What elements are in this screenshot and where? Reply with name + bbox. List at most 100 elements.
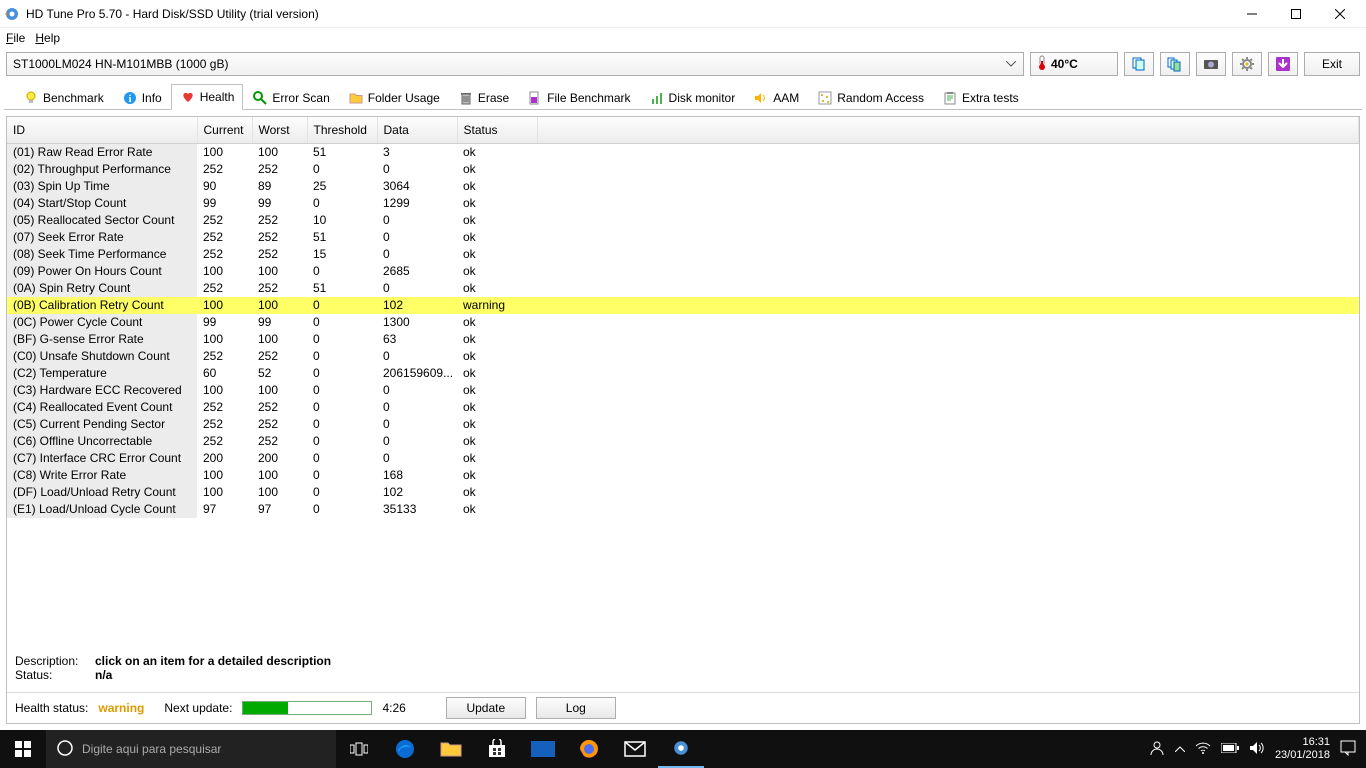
log-button[interactable]: Log bbox=[536, 697, 616, 719]
cell-id: (C2) Temperature bbox=[7, 365, 197, 382]
copy-all-button[interactable] bbox=[1160, 52, 1190, 76]
status-label: Status: bbox=[15, 668, 85, 682]
edge-icon[interactable] bbox=[382, 730, 428, 768]
battery-icon[interactable] bbox=[1221, 743, 1239, 756]
cell-dat: 0 bbox=[377, 348, 457, 365]
volume-icon[interactable] bbox=[1249, 741, 1265, 758]
tab-random-access[interactable]: Random Access bbox=[808, 85, 933, 110]
hdtune-taskbar-icon[interactable] bbox=[658, 730, 704, 768]
taskbar-search[interactable]: Digite aqui para pesquisar bbox=[46, 730, 336, 768]
notifications-icon[interactable] bbox=[1340, 740, 1356, 759]
close-button[interactable] bbox=[1318, 0, 1362, 28]
smart-row[interactable]: (0A) Spin Retry Count252252510ok bbox=[7, 280, 1359, 297]
smart-row[interactable]: (E1) Load/Unload Cycle Count9797035133ok bbox=[7, 501, 1359, 518]
col-worst[interactable]: Worst bbox=[252, 117, 307, 144]
smart-row[interactable]: (03) Spin Up Time9089253064ok bbox=[7, 178, 1359, 195]
tab-erase[interactable]: Erase bbox=[449, 85, 518, 110]
smart-row[interactable]: (C7) Interface CRC Error Count20020000ok bbox=[7, 450, 1359, 467]
smart-row[interactable]: (DF) Load/Unload Retry Count1001000102ok bbox=[7, 484, 1359, 501]
cell-sta: ok bbox=[457, 467, 537, 484]
store-icon[interactable] bbox=[474, 730, 520, 768]
device-dropdown[interactable]: ST1000LM024 HN-M101MBB (1000 gB) bbox=[6, 52, 1024, 76]
cell-cur: 100 bbox=[197, 382, 252, 399]
temperature-value: 40°C bbox=[1051, 57, 1078, 71]
cell-sta: ok bbox=[457, 178, 537, 195]
cell-thr: 0 bbox=[307, 297, 377, 314]
smart-row[interactable]: (C6) Offline Uncorrectable25225200ok bbox=[7, 433, 1359, 450]
smart-row[interactable]: (0C) Power Cycle Count999901300ok bbox=[7, 314, 1359, 331]
cell-thr: 51 bbox=[307, 229, 377, 246]
smart-row[interactable]: (C2) Temperature60520206159609...ok bbox=[7, 365, 1359, 382]
firefox-icon[interactable] bbox=[566, 730, 612, 768]
lenovo-icon[interactable] bbox=[520, 730, 566, 768]
trash-icon bbox=[458, 90, 474, 106]
mail-icon[interactable] bbox=[612, 730, 658, 768]
tab-disk-monitor[interactable]: Disk monitor bbox=[640, 85, 745, 110]
smart-row[interactable]: (C0) Unsafe Shutdown Count25225200ok bbox=[7, 348, 1359, 365]
cell-wor: 252 bbox=[252, 212, 307, 229]
tab-file-benchmark[interactable]: File Benchmark bbox=[518, 85, 639, 110]
cell-thr: 51 bbox=[307, 280, 377, 297]
cell-dat: 3 bbox=[377, 144, 457, 162]
smart-row[interactable]: (01) Raw Read Error Rate100100513ok bbox=[7, 144, 1359, 162]
smart-row[interactable]: (BF) G-sense Error Rate100100063ok bbox=[7, 331, 1359, 348]
menubar: File Help bbox=[0, 28, 1366, 48]
cell-dat: 1299 bbox=[377, 195, 457, 212]
maximize-button[interactable] bbox=[1274, 0, 1318, 28]
cell-cur: 252 bbox=[197, 161, 252, 178]
tab-benchmark[interactable]: Benchmark bbox=[14, 85, 113, 110]
start-button[interactable] bbox=[0, 730, 46, 768]
smart-row[interactable]: (07) Seek Error Rate252252510ok bbox=[7, 229, 1359, 246]
app-icon bbox=[4, 6, 20, 22]
smart-row[interactable]: (02) Throughput Performance25225200ok bbox=[7, 161, 1359, 178]
col-current[interactable]: Current bbox=[197, 117, 252, 144]
cell-thr: 0 bbox=[307, 365, 377, 382]
titlebar: HD Tune Pro 5.70 - Hard Disk/SSD Utility… bbox=[0, 0, 1366, 28]
cell-dat: 0 bbox=[377, 416, 457, 433]
smart-row[interactable]: (C3) Hardware ECC Recovered10010000ok bbox=[7, 382, 1359, 399]
smart-row[interactable]: (08) Seek Time Performance252252150ok bbox=[7, 246, 1359, 263]
settings-button[interactable] bbox=[1232, 52, 1262, 76]
tab-health[interactable]: Health bbox=[171, 84, 244, 110]
col-status[interactable]: Status bbox=[457, 117, 537, 144]
smart-row[interactable]: (C4) Reallocated Event Count25225200ok bbox=[7, 399, 1359, 416]
tab-bar: BenchmarkiInfoHealthError ScanFolder Usa… bbox=[4, 80, 1362, 110]
smart-row[interactable]: (09) Power On Hours Count10010002685ok bbox=[7, 263, 1359, 280]
update-button[interactable]: Update bbox=[446, 697, 526, 719]
chevron-down-icon bbox=[1003, 57, 1019, 71]
col-threshold[interactable]: Threshold bbox=[307, 117, 377, 144]
smart-row[interactable]: (05) Reallocated Sector Count252252100ok bbox=[7, 212, 1359, 229]
tab-folder-usage[interactable]: Folder Usage bbox=[339, 85, 449, 110]
save-button[interactable] bbox=[1268, 52, 1298, 76]
menu-file[interactable]: File bbox=[6, 31, 25, 45]
minimize-button[interactable] bbox=[1230, 0, 1274, 28]
copy-button[interactable] bbox=[1124, 52, 1154, 76]
exit-button[interactable]: Exit bbox=[1304, 52, 1360, 76]
task-view-button[interactable] bbox=[336, 730, 382, 768]
file-explorer-icon[interactable] bbox=[428, 730, 474, 768]
info-icon: i bbox=[122, 90, 138, 106]
tab-aam[interactable]: AAM bbox=[744, 85, 808, 110]
wifi-icon[interactable] bbox=[1195, 742, 1211, 757]
tab-info[interactable]: iInfo bbox=[113, 85, 171, 110]
tray-chevron-up-icon[interactable] bbox=[1175, 743, 1185, 755]
taskbar-clock[interactable]: 16:31 23/01/2018 bbox=[1275, 736, 1330, 762]
screenshot-button[interactable] bbox=[1196, 52, 1226, 76]
cell-wor: 252 bbox=[252, 229, 307, 246]
cell-id: (C3) Hardware ECC Recovered bbox=[7, 382, 197, 399]
col-id[interactable]: ID bbox=[7, 117, 197, 144]
cell-dat: 0 bbox=[377, 161, 457, 178]
smart-row[interactable]: (0B) Calibration Retry Count1001000102wa… bbox=[7, 297, 1359, 314]
smart-row[interactable]: (04) Start/Stop Count999901299ok bbox=[7, 195, 1359, 212]
tab-error-scan[interactable]: Error Scan bbox=[243, 85, 338, 110]
clipboard-icon bbox=[942, 90, 958, 106]
cell-id: (0A) Spin Retry Count bbox=[7, 280, 197, 297]
smart-row[interactable]: (C5) Current Pending Sector25225200ok bbox=[7, 416, 1359, 433]
people-icon[interactable] bbox=[1149, 740, 1165, 759]
col-data[interactable]: Data bbox=[377, 117, 457, 144]
tab-extra-tests[interactable]: Extra tests bbox=[933, 85, 1028, 110]
smart-row[interactable]: (C8) Write Error Rate1001000168ok bbox=[7, 467, 1359, 484]
menu-help[interactable]: Help bbox=[35, 31, 60, 45]
cortana-icon bbox=[56, 739, 74, 760]
cell-id: (0C) Power Cycle Count bbox=[7, 314, 197, 331]
